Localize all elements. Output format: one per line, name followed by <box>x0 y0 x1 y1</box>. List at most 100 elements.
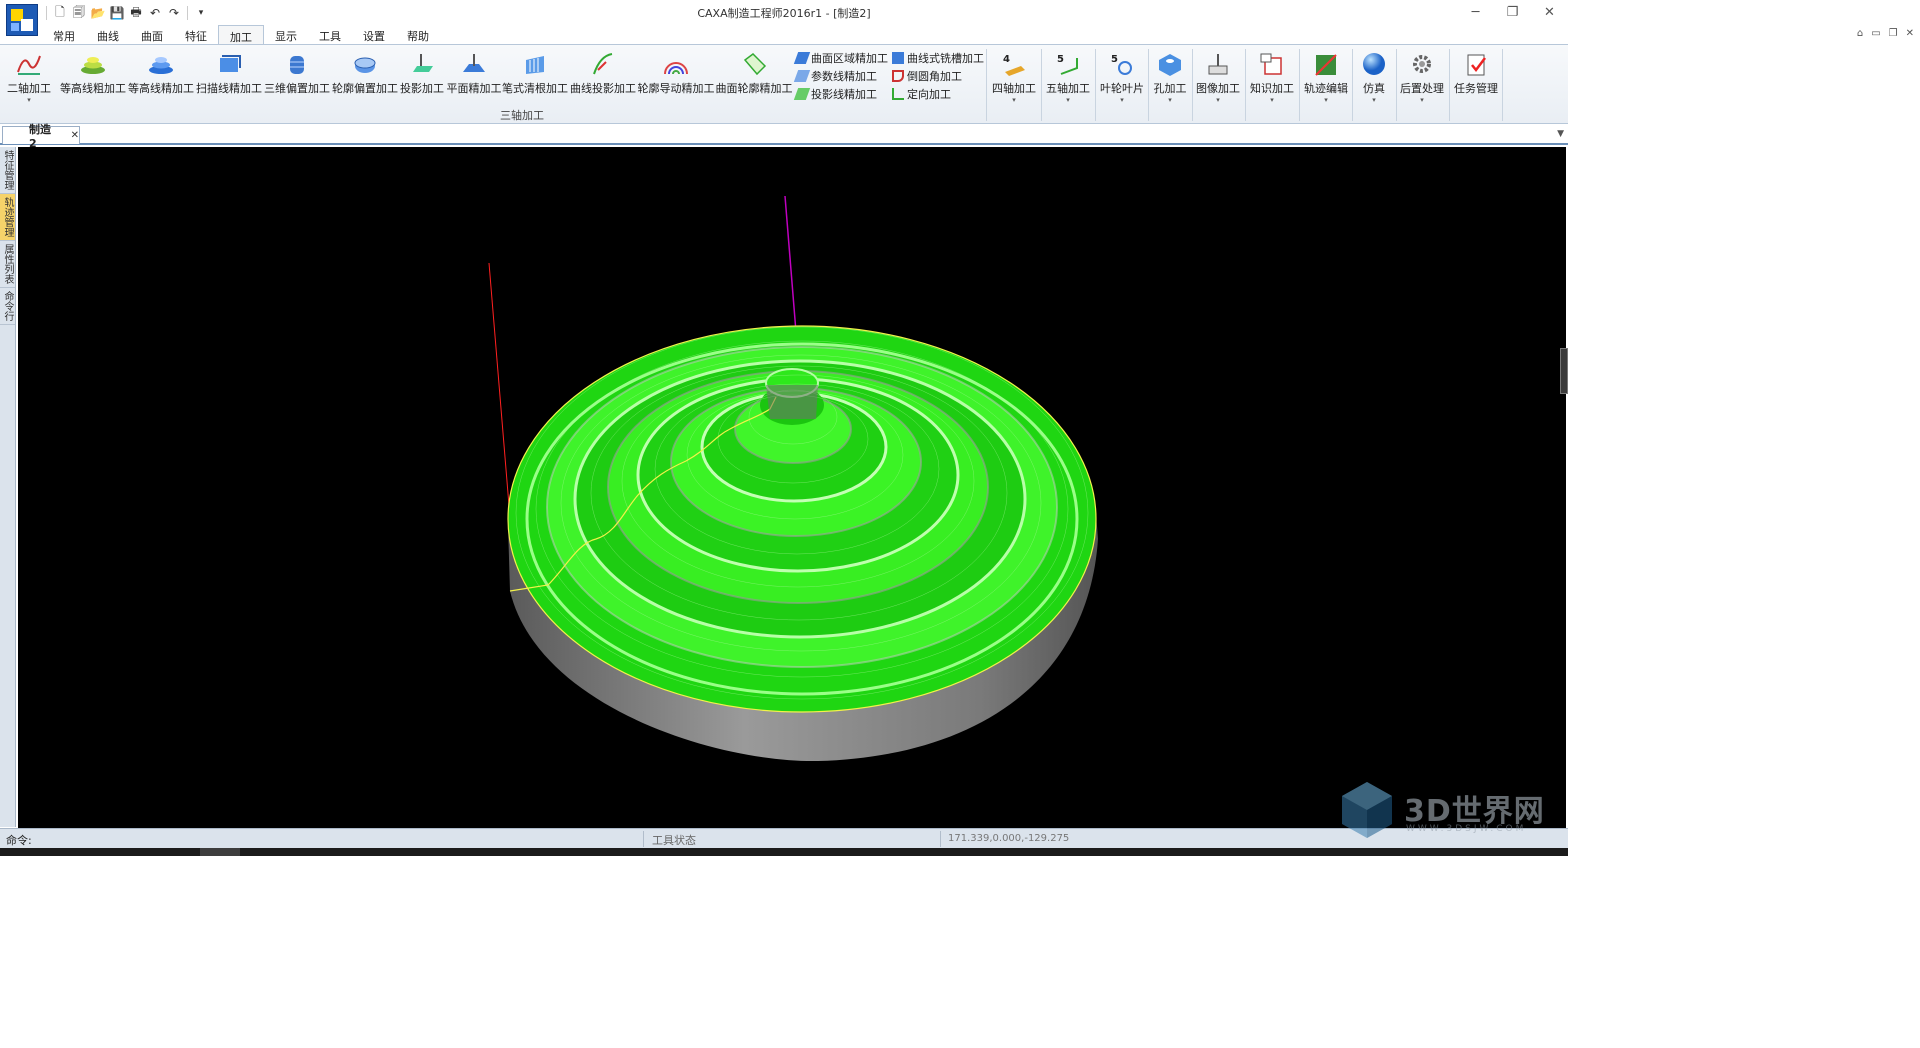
title-bar: 🗋 🗐 📂 💾 🖶 ↶ ↷ ▾ CAXA制造工程师2016r1 - [制造2] … <box>0 0 1568 36</box>
simulation-button[interactable]: 仿真 ▾ <box>1354 49 1394 107</box>
gear-icon <box>1408 51 1436 77</box>
directional-icon <box>892 87 904 100</box>
tab-display[interactable]: 显示 <box>264 25 308 45</box>
surface-contour-icon <box>740 51 768 77</box>
image-machining-icon <box>1204 51 1232 77</box>
contour-guide-finish-button[interactable]: 轮廓导动精加工 <box>638 49 715 107</box>
directional-machining-button[interactable]: 定向加工 <box>892 86 984 101</box>
mdi-minimize-icon[interactable]: ▭ <box>1871 28 1880 39</box>
projection-line-finish-button[interactable]: 投影线精加工 <box>793 86 888 101</box>
tab-feature[interactable]: 特征 <box>174 25 218 45</box>
mdi-close-icon[interactable]: ✕ <box>1906 28 1914 39</box>
contour-guide-icon <box>662 51 690 77</box>
status-bar: 命令: 工具状态 171.339,0.000,-129.275 <box>0 828 1568 848</box>
param-line-finish-button[interactable]: 参数线精加工 <box>793 68 888 83</box>
tab-machining[interactable]: 加工 <box>218 25 264 45</box>
projection-button[interactable]: 投影加工 <box>400 49 444 107</box>
toolpath-scene <box>488 195 1098 762</box>
pen-clean-root-button[interactable]: 笔式清根加工 <box>502 49 568 107</box>
ribbon-panel: 二轴加工 ▾ 等高线粗加工 等高线精加工 扫描线精加工 三维偏置加工 轮廓偏置加工… <box>0 44 1568 124</box>
toolpath-edit-button[interactable]: 轨迹编辑 ▾ <box>1302 49 1350 107</box>
command-label: 命令: <box>6 834 32 847</box>
impeller-blade-button[interactable]: 5 叶轮叶片 ▾ <box>1098 49 1146 107</box>
five-axis-icon: 5 <box>1054 51 1082 77</box>
image-machining-button[interactable]: 图像加工 ▾ <box>1194 49 1242 107</box>
side-tab-toolpath-manager[interactable]: 轨迹管理 <box>0 194 15 241</box>
contour-offset-button[interactable]: 轮廓偏置加工 <box>332 49 398 107</box>
z-level-rough-icon <box>79 51 107 77</box>
document-tab-bar: 制造2 ✕ ▼ <box>0 123 1568 150</box>
knowledge-icon <box>1258 51 1286 77</box>
mdi-controls: ⌂ ▭ ❐ ✕ <box>1857 28 1914 39</box>
close-icon[interactable]: ✕ <box>1531 0 1568 24</box>
document-tab[interactable]: 制造2 ✕ <box>2 123 80 150</box>
task-management-button[interactable]: 任务管理 <box>1452 49 1500 107</box>
svg-text:5: 5 <box>1057 54 1064 65</box>
group-separator <box>1502 49 1503 121</box>
side-tab-property-list[interactable]: 属性列表 <box>0 241 15 288</box>
close-icon[interactable]: ✕ <box>71 130 79 141</box>
tab-tools[interactable]: 工具 <box>308 25 352 45</box>
group-separator <box>1148 49 1149 121</box>
curve-slot-icon <box>892 51 904 64</box>
surface-contour-finish-button[interactable]: 曲面轮廓精加工 <box>716 49 793 107</box>
status-separator <box>643 831 644 847</box>
watermark-logo: 3D世界网 WWW.3DSJW.COM <box>1336 778 1556 842</box>
z-level-finish-button[interactable]: 等高线精加工 <box>128 49 194 107</box>
3d-offset-button[interactable]: 三维偏置加工 <box>264 49 330 107</box>
small-buttons-col-2: 曲线式铣槽加工 倒圆角加工 定向加工 <box>892 50 984 101</box>
group-separator <box>1352 49 1353 121</box>
two-axis-icon <box>15 51 43 77</box>
surface-region-finish-button[interactable]: 曲面区域精加工 <box>793 50 888 65</box>
ribbon-collapse-icon[interactable]: ⌂ <box>1857 28 1863 39</box>
restore-icon[interactable]: ❐ <box>1494 0 1531 24</box>
graphics-viewport[interactable] <box>18 147 1566 828</box>
side-tab-command-line[interactable]: 命令行 <box>0 288 15 325</box>
tool-state-text: 工具状态 <box>652 834 696 847</box>
group-separator <box>986 49 987 121</box>
group-separator <box>1396 49 1397 121</box>
os-taskbar-strip <box>0 848 1568 856</box>
group-separator <box>1245 49 1246 121</box>
curve-slot-milling-button[interactable]: 曲线式铣槽加工 <box>892 50 984 65</box>
post-process-button[interactable]: 后置处理 ▾ <box>1398 49 1446 107</box>
chevron-down-icon[interactable]: ▼ <box>1557 129 1564 139</box>
svg-text:5: 5 <box>1111 54 1118 65</box>
z-level-rough-button[interactable]: 等高线粗加工 <box>60 49 126 107</box>
cube-logo-icon <box>1342 782 1392 838</box>
tab-surface[interactable]: 曲面 <box>130 25 174 45</box>
mdi-restore-icon[interactable]: ❐ <box>1889 28 1898 39</box>
tab-settings[interactable]: 设置 <box>352 25 396 45</box>
tab-help[interactable]: 帮助 <box>396 25 440 45</box>
side-tab-feature-manager[interactable]: 特征管理 <box>0 147 15 194</box>
group-separator <box>1095 49 1096 121</box>
status-separator <box>940 831 941 847</box>
hole-machining-button[interactable]: 孔加工 ▾ <box>1150 49 1190 107</box>
fillet-icon <box>892 69 904 82</box>
window-title: CAXA制造工程师2016r1 - [制造2] <box>697 7 871 20</box>
z-axis-line <box>784 195 797 333</box>
group-separator <box>1299 49 1300 121</box>
3d-offset-icon <box>283 51 311 77</box>
clipboard-check-icon <box>1462 51 1490 77</box>
tab-curve[interactable]: 曲线 <box>86 25 130 45</box>
pen-clean-root-icon <box>521 51 549 77</box>
x-axis-line <box>488 262 513 543</box>
contour-offset-icon <box>351 51 379 77</box>
center-boss <box>766 385 818 419</box>
curve-projection-icon <box>589 51 617 77</box>
fillet-machining-button[interactable]: 倒圆角加工 <box>892 68 984 83</box>
two-axis-button[interactable]: 二轴加工 ▾ <box>6 49 52 107</box>
plane-finish-button[interactable]: 平面精加工 <box>446 49 502 107</box>
knowledge-machining-button[interactable]: 知识加工 ▾ <box>1248 49 1296 107</box>
curve-projection-button[interactable]: 曲线投影加工 <box>570 49 636 107</box>
five-axis-button[interactable]: 5 五轴加工 ▾ <box>1044 49 1092 107</box>
four-axis-button[interactable]: 4 四轴加工 ▾ <box>990 49 1038 107</box>
side-panel-tabs: 特征管理 轨迹管理 属性列表 命令行 <box>0 147 16 827</box>
right-panel-grip[interactable] <box>1560 348 1568 394</box>
tab-common[interactable]: 常用 <box>42 25 86 45</box>
minimize-icon[interactable]: ─ <box>1457 0 1494 24</box>
param-line-icon <box>793 69 811 82</box>
scan-line-finish-button[interactable]: 扫描线精加工 <box>196 49 262 107</box>
surface-region-icon <box>793 51 811 64</box>
